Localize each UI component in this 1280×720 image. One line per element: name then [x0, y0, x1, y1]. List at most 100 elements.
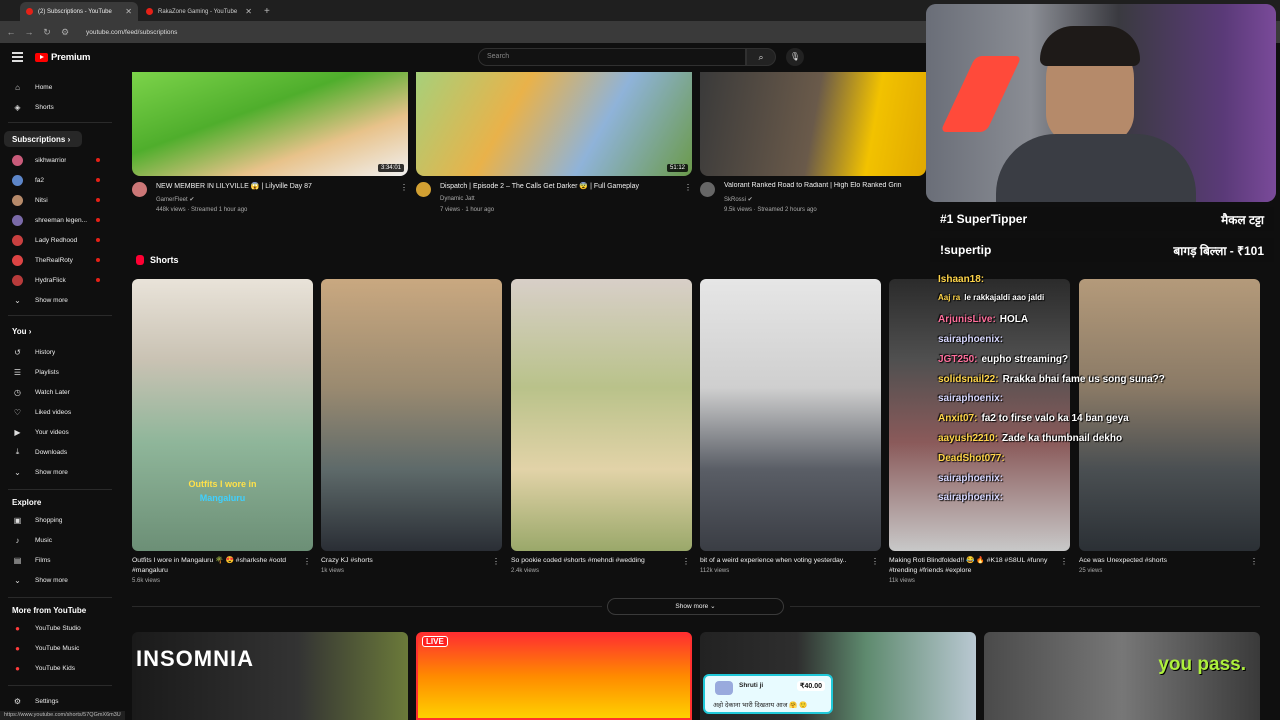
- sidebar-show-more[interactable]: ⌄ Show more: [0, 463, 118, 481]
- chat-message: Aaj ra le rakkajaldi aao jaldi: [938, 293, 1045, 302]
- search-input[interactable]: Search: [478, 48, 746, 66]
- sidebar-item-settings[interactable]: ⚙ Settings: [0, 692, 118, 710]
- sidebar-item-shopping[interactable]: ▣ Shopping: [0, 511, 118, 529]
- short-meta: Outfits I wore in Mangaluru 🌴 😍 #sharksh…: [132, 556, 313, 584]
- more-options-icon[interactable]: ⋮: [1060, 557, 1068, 566]
- screen: (2) Subscriptions - YouTube ✕ RakaZone G…: [0, 0, 1280, 720]
- channel-avatar[interactable]: [132, 182, 147, 197]
- microphone-icon[interactable]: 🎙: [786, 48, 804, 66]
- youtube-favicon-icon: [26, 8, 33, 15]
- show-more-button[interactable]: Show more ⌄: [607, 598, 784, 615]
- sidebar-item-music[interactable]: ♪ Music: [0, 531, 118, 549]
- short-meta: Crazy KJ #shorts 1k views ⋮: [321, 556, 502, 574]
- close-tab-icon[interactable]: ✕: [245, 7, 252, 16]
- avatar: [12, 154, 23, 166]
- sidebar-item-youtube-kids[interactable]: ● YouTube Kids: [0, 659, 118, 677]
- sidebar-item-history[interactable]: ↺ History: [0, 343, 118, 361]
- channel-name[interactable]: GamerFleet ✔: [156, 196, 194, 203]
- site-info-icon[interactable]: ⚙: [58, 27, 72, 38]
- more-options-icon[interactable]: ⋮: [682, 557, 690, 566]
- channel-name[interactable]: SkRossi ✔: [724, 196, 753, 203]
- back-icon[interactable]: ←: [4, 27, 18, 37]
- sidebar-item-label: shreeman legen...: [35, 216, 88, 224]
- sidebar-item-youtube-studio[interactable]: ● YouTube Studio: [0, 619, 118, 637]
- sidebar-item-films[interactable]: ▤ Films: [0, 551, 118, 569]
- video-title[interactable]: NEW MEMBER IN LILYVILLE 😱 | Lilyville Da…: [156, 182, 312, 190]
- sidebar-item-subscription[interactable]: sikhwarrior: [0, 151, 118, 169]
- channel-avatar[interactable]: [700, 182, 715, 197]
- url-field[interactable]: youtube.com/feed/subscriptions: [86, 29, 177, 36]
- sidebar-item-label: TheRealRoty: [35, 256, 73, 264]
- sidebar-item-label: Downloads: [35, 448, 68, 456]
- short-title[interactable]: Outfits I wore in Mangaluru 🌴 😍 #sharksh…: [132, 556, 297, 576]
- tip-value: मैकल टट्टा: [1221, 212, 1264, 227]
- video-thumbnail[interactable]: 51:12: [416, 72, 692, 176]
- tab-label: RakaZone Gaming - YouTube: [158, 8, 238, 15]
- sidebar-item-shorts[interactable]: ◈ Shorts: [0, 98, 118, 116]
- browser-tab-rakazone[interactable]: RakaZone Gaming - YouTube ✕: [140, 2, 258, 21]
- video-title[interactable]: Dispatch | Episode 2 – The Calls Get Dar…: [440, 182, 639, 190]
- sidebar-item-youtube-music[interactable]: ● YouTube Music: [0, 639, 118, 657]
- sidebar-item-label: Watch Later: [35, 388, 70, 396]
- more-options-icon[interactable]: ⋮: [871, 557, 879, 566]
- short-title[interactable]: Making Roti Blindfolded!! 😂 🔥 #K18 #S8UL…: [889, 556, 1054, 576]
- channel-name[interactable]: Dynamic Jatt: [440, 196, 475, 202]
- duration-badge: 51:12: [666, 164, 688, 172]
- video-thumbnail[interactable]: INSOMNIA: [132, 632, 408, 720]
- sidebar-item-subscription[interactable]: fa2: [0, 171, 118, 189]
- sidebar-item-label: HydraFlick: [35, 276, 66, 284]
- short-thumbnail[interactable]: [511, 279, 692, 551]
- short-title[interactable]: Crazy KJ #shorts: [321, 556, 486, 566]
- short-thumbnail[interactable]: [700, 279, 881, 551]
- sidebar-item-playlists[interactable]: ☰ Playlists: [0, 363, 118, 381]
- sidebar-show-more[interactable]: ⌄ Show more: [0, 291, 118, 309]
- short-thumbnail[interactable]: Outfits I wore in Mangaluru: [132, 279, 313, 551]
- short-title[interactable]: So pookie coded #shorts #mehndi #wedding: [511, 556, 676, 566]
- sidebar-item-your-videos[interactable]: ▶ Your videos: [0, 423, 118, 441]
- sidebar-item-label: YouTube Music: [35, 644, 80, 652]
- more-options-icon[interactable]: ⋮: [684, 183, 692, 192]
- short-title[interactable]: bit of a weird experience when voting ye…: [700, 556, 865, 566]
- video-thumbnail[interactable]: [700, 72, 926, 176]
- sidebar-item-subscription[interactable]: TheRealRoty: [0, 251, 118, 269]
- sidebar-item-liked-videos[interactable]: ♡ Liked videos: [0, 403, 118, 421]
- video-thumbnail[interactable]: 3:34:01: [132, 72, 408, 176]
- browser-tab-subscriptions[interactable]: (2) Subscriptions - YouTube ✕: [20, 2, 138, 21]
- sidebar-item-label: Liked videos: [35, 408, 72, 416]
- sidebar-item-subscription[interactable]: Lady Redhood: [0, 231, 118, 249]
- youtube-logo[interactable]: Premium: [35, 52, 90, 63]
- new-tab-icon[interactable]: +: [264, 2, 270, 21]
- video-title[interactable]: Valorant Ranked Road to Radiant | High E…: [724, 182, 902, 189]
- forward-icon[interactable]: →: [22, 27, 36, 37]
- youtube-music-icon: ●: [15, 643, 20, 653]
- shorts-icon: ◈: [14, 102, 21, 112]
- short-thumbnail[interactable]: [321, 279, 502, 551]
- sidebar-item-label: Your videos: [35, 428, 69, 436]
- more-options-icon[interactable]: ⋮: [303, 557, 311, 566]
- close-tab-icon[interactable]: ✕: [125, 7, 132, 16]
- short-title[interactable]: Ace was Unexpected #shorts: [1079, 556, 1244, 566]
- video-thumbnail[interactable]: you pass.: [984, 632, 1260, 720]
- channel-avatar[interactable]: [416, 182, 431, 197]
- sidebar-item-subscription[interactable]: HydraFlick: [0, 271, 118, 289]
- chat-message: sairaphoenix:: [938, 473, 1004, 484]
- video-thumbnail[interactable]: LIVE: [416, 632, 692, 720]
- more-options-icon[interactable]: ⋮: [1250, 557, 1258, 566]
- reload-icon[interactable]: ↻: [40, 27, 54, 38]
- sidebar-item-subscription[interactable]: shreeman legen...: [0, 211, 118, 229]
- donation-amount: ₹40.00: [797, 681, 825, 691]
- menu-icon[interactable]: [12, 52, 23, 64]
- more-options-icon[interactable]: ⋮: [400, 183, 408, 192]
- sidebar-item-watch-later[interactable]: ◷ Watch Later: [0, 383, 118, 401]
- sidebar-item-home[interactable]: ⌂ Home: [0, 78, 118, 96]
- short-meta: Making Roti Blindfolded!! 😂 🔥 #K18 #S8UL…: [889, 556, 1070, 584]
- divider: [8, 315, 112, 316]
- sidebar-show-more[interactable]: ⌄ Show more: [0, 571, 118, 589]
- more-options-icon[interactable]: ⋮: [492, 557, 500, 566]
- sidebar-item-subscription[interactable]: Nitsi: [0, 191, 118, 209]
- avatar: [12, 214, 23, 226]
- search-icon[interactable]: ⌕: [746, 48, 776, 66]
- sidebar-item-downloads[interactable]: ⤓ Downloads: [0, 443, 118, 461]
- you-heading[interactable]: You ›: [12, 327, 31, 336]
- sidebar-item-label: Playlists: [35, 368, 59, 376]
